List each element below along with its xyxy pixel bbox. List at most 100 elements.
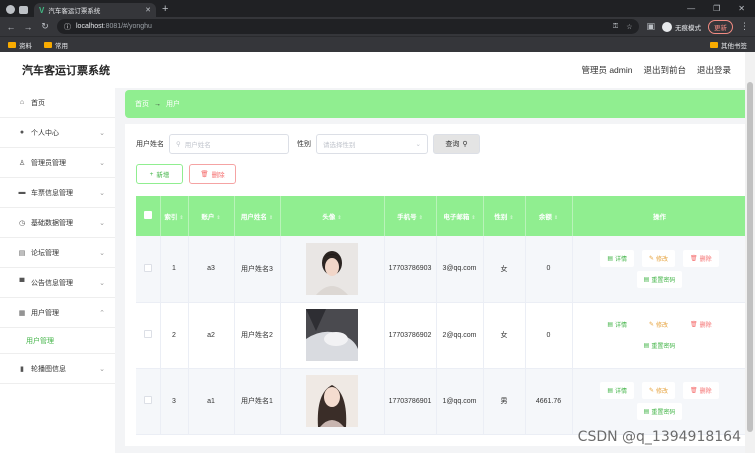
row-checkbox[interactable] bbox=[143, 396, 152, 404]
profile-label: 无痕模式 bbox=[675, 24, 701, 32]
more-menu-icon[interactable]: ⋮ bbox=[740, 21, 749, 32]
search-button[interactable]: 查询 ⚲ bbox=[433, 134, 480, 154]
column-header[interactable]: 头像 ⇕ bbox=[280, 196, 385, 236]
sidebar-item-label: 轮播图信息 bbox=[31, 365, 66, 373]
batch-delete-button[interactable]: 🗑 删除 bbox=[189, 164, 236, 184]
minimize-icon[interactable]: — bbox=[687, 4, 695, 13]
delete-button[interactable]: 🗑 删除 bbox=[683, 316, 719, 333]
column-header[interactable]: 手机号 ⇕ bbox=[384, 196, 437, 236]
delete-button[interactable]: 🗑 删除 bbox=[683, 249, 719, 267]
reset-password-button[interactable]: ▤ 重置密码 bbox=[636, 403, 683, 420]
avatar[interactable] bbox=[306, 309, 358, 361]
gender-select[interactable]: 请选择性别 ⌄ bbox=[316, 134, 428, 154]
tab-close-icon[interactable]: ✕ bbox=[145, 6, 151, 14]
profile-button[interactable]: 无痕模式 bbox=[662, 21, 701, 32]
sidebar-item-label: 个人中心 bbox=[31, 129, 59, 137]
sidebar-item-forum[interactable]: ▤ 论坛管理 ⌄ bbox=[0, 238, 115, 268]
user-icon: ● bbox=[19, 129, 25, 136]
sidebar-item-notice[interactable]: ▀ 公告信息管理 ⌄ bbox=[0, 268, 115, 298]
sidebar-item-tickets[interactable]: ▬ 车票信息管理 ⌄ bbox=[0, 178, 115, 208]
delete-label: 删除 bbox=[699, 256, 712, 263]
avatar[interactable] bbox=[306, 242, 358, 295]
name-search-input[interactable]: ⚲ 用户姓名 bbox=[169, 134, 289, 154]
column-header[interactable]: 余额 ⇕ bbox=[525, 196, 573, 236]
monitor-icon: ▬ bbox=[18, 189, 26, 196]
star-icon[interactable]: ☆ bbox=[626, 23, 632, 31]
other-bookmarks[interactable]: 其他书签 bbox=[710, 40, 747, 50]
avatar[interactable] bbox=[306, 375, 358, 427]
site-info-icon[interactable]: ⓘ bbox=[64, 22, 71, 32]
sort-icon: ⇕ bbox=[268, 215, 274, 221]
scrollbar-thumb[interactable] bbox=[747, 82, 753, 432]
edit-button[interactable]: ✎ 修改 bbox=[642, 382, 676, 399]
browser-menu-icon[interactable] bbox=[6, 5, 15, 14]
column-header[interactable]: 用户姓名 ⇕ bbox=[234, 196, 281, 236]
sidebar-item-label: 用户管理 bbox=[31, 309, 59, 317]
row-checkbox[interactable] bbox=[143, 330, 152, 338]
sidepanel-icon[interactable]: ▣ bbox=[646, 21, 655, 32]
sidebar-item-profile[interactable]: ● 个人中心 ⌄ bbox=[0, 118, 115, 148]
sidebar-item-basedata[interactable]: ◷ 基础数据管理 ⌄ bbox=[0, 208, 115, 238]
view-button[interactable]: ▤ 详情 bbox=[600, 249, 634, 267]
column-header[interactable]: 账户 ⇕ bbox=[188, 196, 235, 236]
sidebar-item-home[interactable]: ⌂ 首页 bbox=[0, 88, 115, 118]
clock-icon: ◷ bbox=[18, 219, 26, 227]
sidebar-item-users[interactable]: ▦ 用户管理 ⌃ bbox=[0, 298, 115, 328]
add-button[interactable]: + 新增 bbox=[136, 164, 183, 184]
sidebar-item-label: 首页 bbox=[31, 99, 45, 107]
chevron-down-icon: ⌄ bbox=[99, 159, 105, 167]
column-header[interactable]: 性别 ⇕ bbox=[483, 196, 526, 236]
cell-name: 用户姓名2 bbox=[234, 302, 281, 369]
reset-password-button[interactable]: ▤ 重置密码 bbox=[636, 337, 683, 354]
back-icon[interactable]: ← bbox=[6, 22, 16, 32]
folder-icon bbox=[44, 41, 52, 48]
logout-link[interactable]: 退出登录 bbox=[697, 64, 731, 76]
close-window-icon[interactable]: ✕ bbox=[738, 4, 745, 13]
plus-icon: + bbox=[149, 170, 154, 178]
select-all-header[interactable] bbox=[136, 196, 161, 236]
view-label: 详情 bbox=[614, 323, 627, 329]
trash-icon: 🗑 bbox=[690, 255, 698, 262]
cell-email: 1@qq.com bbox=[436, 368, 484, 435]
sidebar-item-carousel[interactable]: ▮ 轮播图信息 ⌄ bbox=[0, 354, 115, 384]
name-placeholder: 用户姓名 bbox=[184, 142, 211, 149]
reset-password-button[interactable]: ▤ 重置密码 bbox=[636, 270, 683, 288]
browser-tab-bar: V 汽车客运订票系统 ✕ + — ❐ ✕ bbox=[0, 0, 755, 17]
submenu-item-users[interactable]: 用户管理 bbox=[0, 328, 115, 354]
chart-icon: ▮ bbox=[20, 365, 24, 373]
table-header-row: 索引 ⇕ 账户 ⇕ 用户姓名 ⇕ 头像 ⇕ 手机号 ⇕ 电子邮箱 ⇕ 性别 ⇕ 余额 ⇕ 操作 bbox=[136, 196, 748, 236]
view-button[interactable]: ▤ 详情 bbox=[600, 316, 634, 333]
reset-label: 重置密码 bbox=[651, 344, 676, 350]
restore-icon[interactable]: ❐ bbox=[713, 4, 720, 13]
column-header[interactable]: 索引 ⇕ bbox=[160, 196, 189, 236]
search-icon: ⚲ bbox=[462, 141, 468, 148]
exit-to-front-link[interactable]: 退出到前台 bbox=[643, 64, 686, 76]
row-checkbox[interactable] bbox=[143, 263, 152, 272]
new-tab-button[interactable]: + bbox=[156, 3, 174, 17]
sidebar-item-admins[interactable]: ♙ 管理员管理 ⌄ bbox=[0, 148, 115, 178]
url-field[interactable]: ⓘ localhost:8081/#/yonghu ⚿ ☆ bbox=[57, 19, 640, 34]
reload-icon[interactable]: ↻ bbox=[40, 21, 50, 32]
edit-button[interactable]: ✎ 修改 bbox=[642, 316, 676, 333]
update-button[interactable]: 更新 bbox=[708, 19, 733, 34]
content-panel: 用户姓名 ⚲ 用户姓名 性别 请选择性别 ⌄ 查询 ⚲ + 新增 🗑 删除 索引… bbox=[125, 124, 752, 446]
forward-icon[interactable]: → bbox=[23, 22, 33, 32]
name-label: 用户姓名 bbox=[136, 141, 164, 148]
select-all-checkbox[interactable] bbox=[143, 211, 152, 219]
edit-button[interactable]: ✎ 修改 bbox=[642, 249, 676, 267]
delete-button[interactable]: 🗑 删除 bbox=[683, 382, 719, 399]
browser-tab[interactable]: V 汽车客运订票系统 ✕ bbox=[34, 3, 156, 17]
column-header[interactable]: 电子邮箱 ⇕ bbox=[436, 196, 484, 236]
page-scrollbar[interactable] bbox=[745, 52, 755, 453]
view-label: 详情 bbox=[614, 256, 627, 263]
column-header: 操作 bbox=[572, 196, 748, 236]
bookmark-folder[interactable]: 常用 bbox=[44, 40, 68, 50]
search-icon: ⚲ bbox=[176, 141, 181, 148]
tab-search-icon[interactable] bbox=[19, 5, 28, 14]
breadcrumb-home[interactable]: 首页 bbox=[135, 99, 149, 109]
column-header-label: 电子邮箱 bbox=[443, 214, 470, 221]
bookmark-folder[interactable]: 资料 bbox=[8, 40, 32, 50]
forum-icon: ▤ bbox=[18, 249, 26, 257]
key-icon[interactable]: ⚿ bbox=[613, 23, 618, 31]
view-button[interactable]: ▤ 详情 bbox=[600, 382, 634, 399]
